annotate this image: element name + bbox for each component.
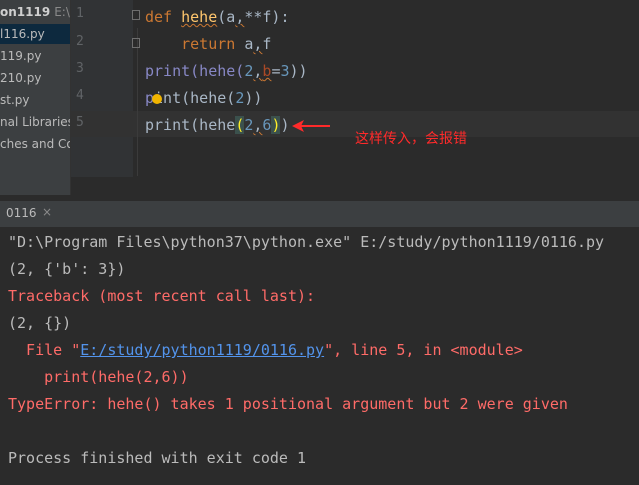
code-line-4: pint(hehe(2)): [145, 85, 262, 111]
code-line-5: print(hehe(2,6)): [145, 112, 290, 138]
close-parens: )): [289, 62, 308, 80]
sidebar-item-label: 119.py: [0, 49, 42, 63]
project-root-path: E:\stu: [54, 5, 70, 19]
code-line-2: return a,f: [145, 31, 271, 57]
print-rest: int(hehe(: [154, 89, 236, 107]
line-number: 3: [76, 61, 84, 76]
run-console[interactable]: "D:\Program Files\python37\python.exe" E…: [0, 227, 639, 485]
sidebar-item-external-libraries[interactable]: nal Libraries: [0, 112, 70, 132]
param-rest: **f):: [244, 8, 290, 26]
console-finish-line: Process finished with exit code 1: [8, 449, 307, 467]
matched-open-paren: (: [235, 116, 245, 134]
line-number: 1: [76, 6, 84, 21]
sidebar-item-1210[interactable]: 210.py: [0, 68, 41, 88]
sidebar-item-0116[interactable]: l116.py: [0, 24, 70, 44]
sidebar-item-label: 210.py: [0, 71, 42, 85]
fold-end-icon[interactable]: [132, 38, 140, 48]
console-output-line: (2, {}): [8, 314, 72, 332]
print-call: print(hehe(: [145, 62, 245, 80]
line-number: 5: [76, 115, 84, 130]
run-tool-header: 0116 ×: [0, 200, 639, 228]
red-arrow-icon: [292, 120, 330, 132]
close-icon[interactable]: ×: [42, 205, 52, 219]
sidebar-item-test[interactable]: st.py: [0, 90, 30, 110]
file-prefix: File ": [8, 341, 81, 359]
console-output-line: (2, {'b': 3}): [8, 260, 126, 278]
fold-open-icon[interactable]: [132, 10, 140, 20]
code-line-3: print(hehe(2,b=3)): [145, 58, 308, 84]
console-error-line: TypeError: hehe() takes 1 positional arg…: [8, 395, 568, 413]
sidebar-item-1119[interactable]: 119.py: [0, 46, 41, 66]
error-annotation: 这样传入，会报错: [355, 131, 467, 147]
project-sidebar: on1119E:\stu l116.py 119.py 210.py st.py…: [0, 0, 70, 195]
sidebar-item-scratches[interactable]: ches and Co: [0, 134, 70, 154]
run-tab-0116[interactable]: 0116: [6, 206, 37, 220]
indent-guide: [137, 28, 138, 176]
console-code-line: print(hehe(2,6)): [8, 368, 189, 386]
open-paren: (: [217, 8, 227, 26]
sidebar-item-label: ches and Co: [0, 137, 70, 151]
file-suffix: ", line 5, in <module>: [324, 341, 523, 359]
return-keyword: return: [181, 35, 236, 53]
code-line-1: def hehe(a,**f):: [145, 4, 290, 30]
function-name: hehe: [181, 8, 218, 26]
console-command-line: "D:\Program Files\python37\python.exe" E…: [8, 233, 605, 251]
print-call: print(hehe: [145, 116, 236, 134]
return-f: f: [262, 35, 272, 53]
line-number: 2: [76, 34, 84, 49]
project-root-item[interactable]: on1119E:\stu: [0, 2, 70, 22]
close-parens: )): [244, 89, 263, 107]
line-number: 4: [76, 88, 84, 103]
lightbulb-icon[interactable]: [152, 94, 162, 104]
sidebar-item-label: nal Libraries: [0, 115, 70, 129]
close-paren: ): [280, 116, 290, 134]
console-file-line: File "E:/study/python1119/0116.py", line…: [8, 337, 523, 364]
project-root-label: on1119: [0, 5, 51, 19]
kwarg-value: 3: [280, 62, 290, 80]
param-comma: ,: [235, 8, 245, 26]
sidebar-item-label: l116.py: [0, 27, 45, 41]
console-traceback-line: Traceback (most recent call last):: [8, 287, 316, 305]
file-link[interactable]: E:/study/python1119/0116.py: [80, 341, 324, 359]
arg-2: 2: [235, 89, 245, 107]
def-keyword: def: [145, 8, 173, 26]
param-a: a: [226, 8, 236, 26]
sidebar-item-label: st.py: [0, 93, 30, 107]
